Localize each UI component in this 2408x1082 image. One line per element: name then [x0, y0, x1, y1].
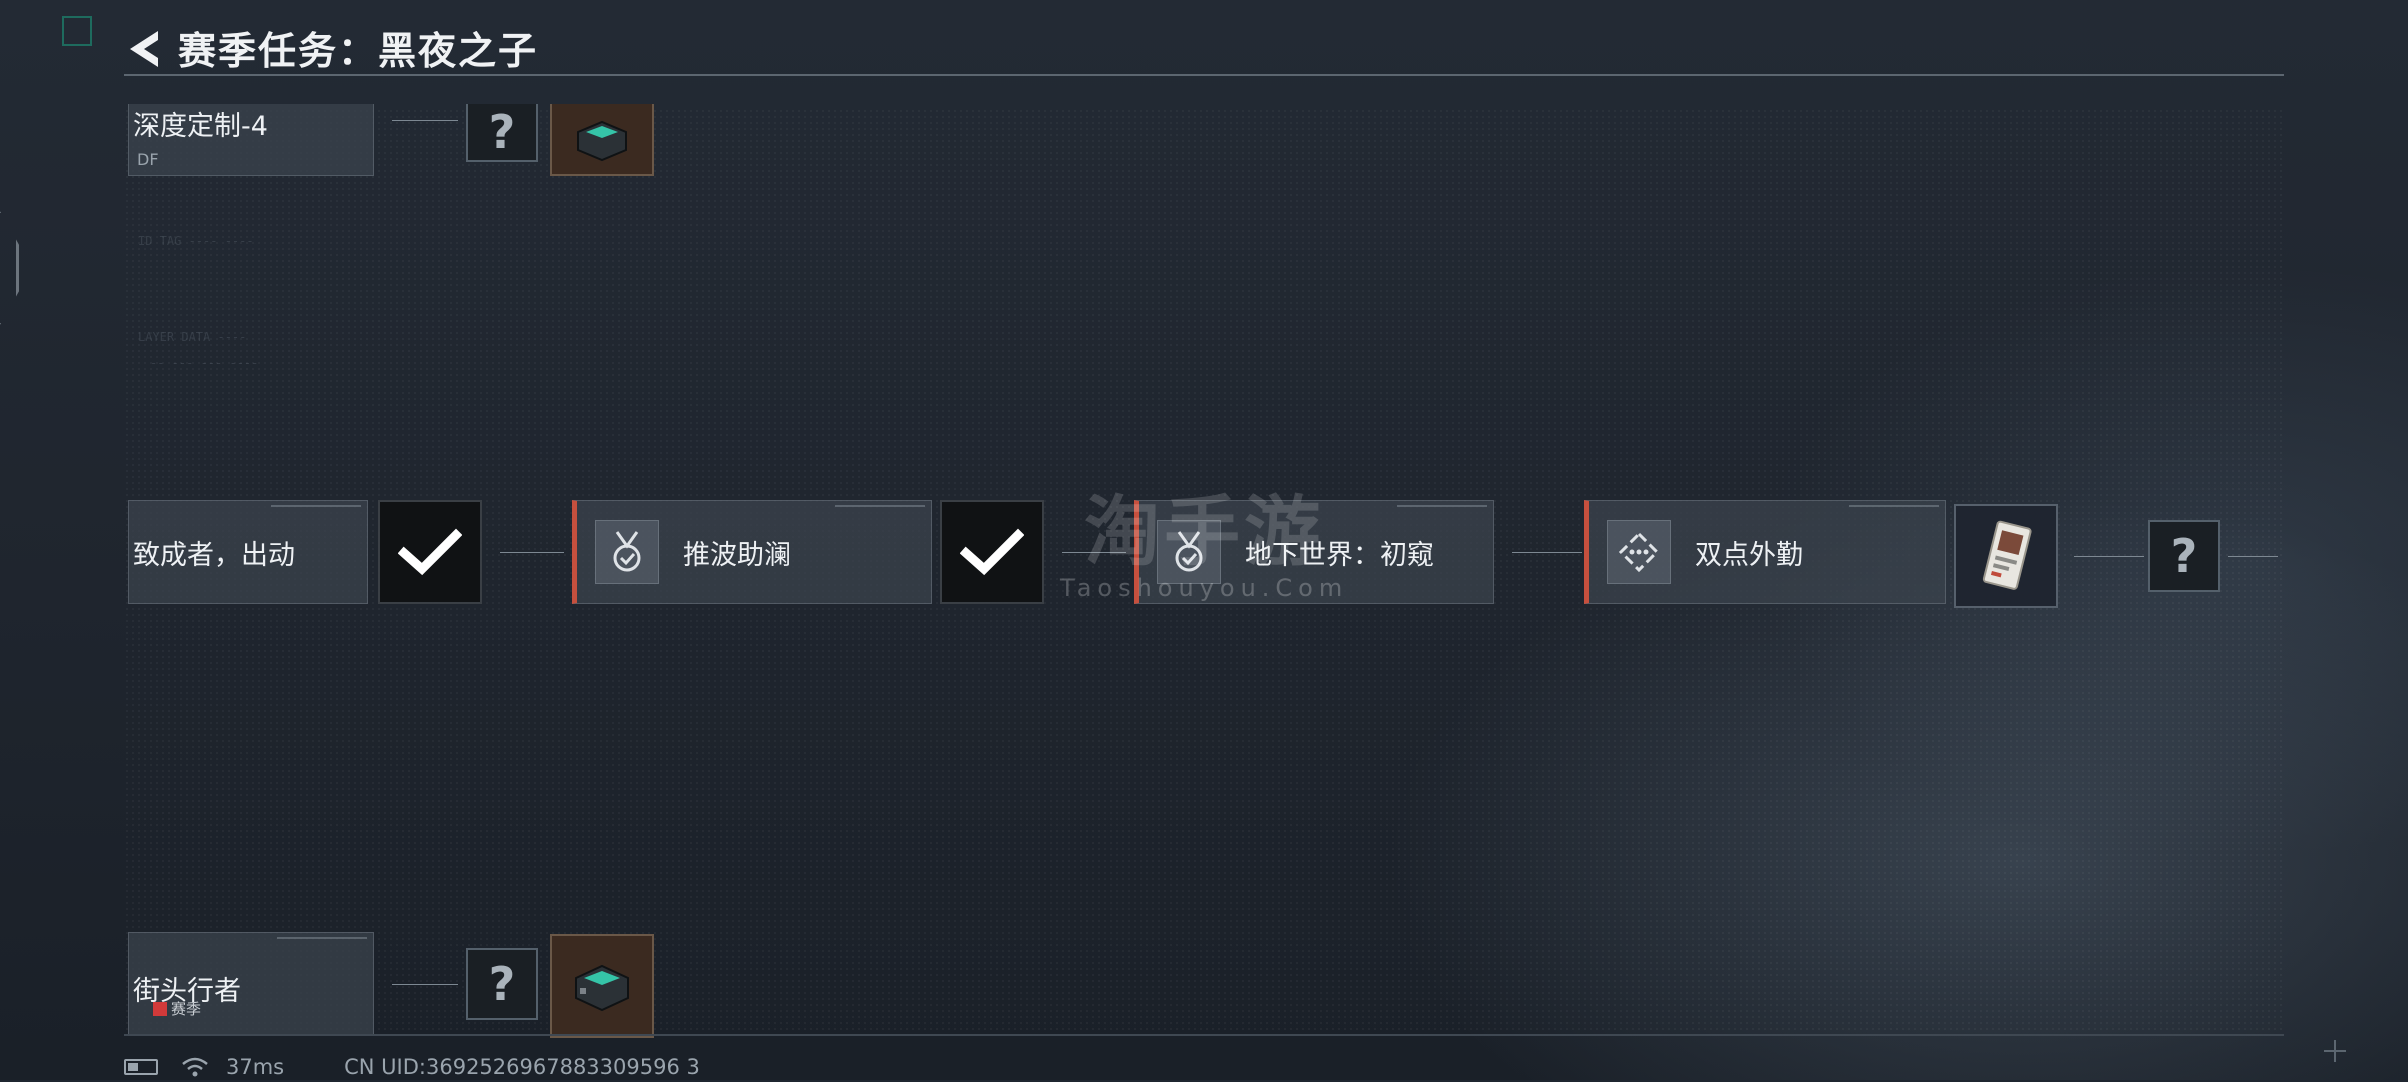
checkmark-icon: [960, 528, 1024, 576]
checkmark-icon: [398, 528, 462, 576]
task-node-label: 深度定制-4: [133, 111, 268, 142]
header-divider: [124, 74, 2284, 76]
reward-card-item[interactable]: [1954, 504, 2058, 608]
device-item-icon: [577, 120, 627, 162]
connector-line: [392, 984, 458, 985]
task-node-top[interactable]: 深度定制-4 DF: [128, 104, 374, 176]
page-title: 赛季任务：黑夜之子: [178, 28, 539, 73]
device-item-icon: [575, 964, 629, 1012]
task-node-bottom[interactable]: 街头行者 赛季: [128, 932, 374, 1036]
status-bar: 37ms CN UID:3692526967883309596 3: [124, 1052, 700, 1082]
footer-divider: [124, 1034, 2284, 1036]
task-node-label: 致成者，出动: [133, 539, 295, 571]
corner-marker: [62, 16, 92, 46]
background-decor-text: LAYER DATA ----: [138, 330, 247, 344]
medal-icon: [613, 531, 641, 572]
connector-line: [392, 120, 458, 121]
connector-line: [2074, 556, 2144, 557]
medal-icon-box: [1157, 520, 1221, 584]
node-tagline: [277, 937, 367, 939]
connector-line: [1062, 552, 1126, 553]
node-tagline: [271, 505, 361, 507]
node-tagline: [1397, 505, 1487, 507]
medal-icon: [1175, 531, 1203, 572]
waypoint-diamond-icon: [1618, 531, 1660, 573]
unknown-reward-box[interactable]: ?: [466, 104, 538, 162]
task-node-2[interactable]: 推波助澜: [572, 500, 932, 604]
node-tagline: [1849, 505, 1939, 507]
reward-item-top[interactable]: [550, 104, 654, 176]
reward-item-bottom[interactable]: [550, 934, 654, 1038]
task-node-label: 双点外勤: [1695, 539, 1803, 571]
unknown-reward-box[interactable]: ?: [466, 948, 538, 1020]
back-button[interactable]: [124, 25, 164, 69]
task-node-4[interactable]: 双点外勤: [1584, 500, 1946, 604]
wifi-icon: [182, 1057, 208, 1077]
header: 赛季任务：黑夜之子: [124, 22, 539, 73]
task-node-label: 推波助澜: [683, 539, 791, 571]
completed-reward-2[interactable]: [940, 500, 1044, 604]
node-tagline: [835, 505, 925, 507]
task-node-label: 地下世界：初窥: [1245, 539, 1434, 571]
task-node-sub: DF: [137, 150, 159, 169]
unknown-reward-box[interactable]: ?: [2148, 520, 2220, 592]
season-badge-icon: [153, 1001, 167, 1016]
connector-line: [500, 552, 564, 553]
question-mark-icon: ?: [488, 957, 516, 1011]
season-badge: 赛季: [153, 998, 201, 1019]
ping-value: 37ms: [226, 1055, 285, 1079]
uid-text: CN UID:3692526967883309596 3: [344, 1055, 700, 1079]
battery-icon: [124, 1059, 158, 1075]
waypoint-icon-box: [1607, 520, 1671, 584]
question-mark-icon: ?: [2170, 529, 2198, 583]
id-card-item-icon: [1982, 520, 2032, 590]
background-decor-text: ID TAG ---- ----: [138, 234, 254, 248]
medal-icon-box: [595, 520, 659, 584]
task-node-3[interactable]: 地下世界：初窥: [1134, 500, 1494, 604]
back-arrow-icon: [130, 31, 158, 67]
connector-line: [2228, 556, 2278, 557]
question-mark-icon: ?: [488, 105, 516, 159]
completed-reward-1[interactable]: [378, 500, 482, 604]
task-node-1[interactable]: 致成者，出动: [128, 500, 368, 604]
corner-plus-icon: [2324, 1040, 2346, 1062]
season-badge-label: 赛季: [171, 1000, 202, 1018]
background-decor-text: -- --- --- ----: [150, 356, 259, 370]
connector-line: [1512, 552, 1582, 553]
